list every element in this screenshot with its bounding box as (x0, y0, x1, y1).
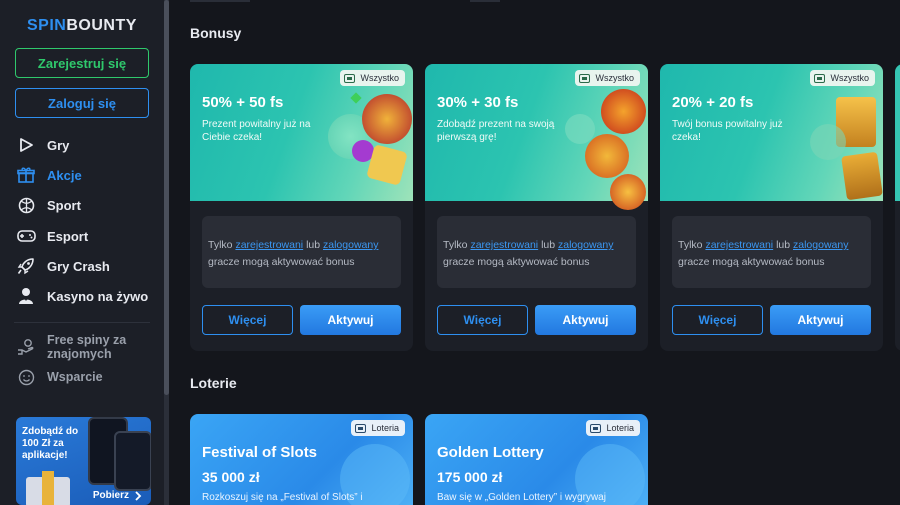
bonus-title: 50% + 50 fs (202, 94, 284, 111)
bonus-description: Twój bonus powitalny już czeka! (672, 119, 783, 143)
category-icon (579, 73, 591, 83)
sidebar-divider (14, 322, 150, 323)
more-button[interactable]: Więcej (672, 305, 763, 335)
bonus-card-partial[interactable] (895, 64, 900, 351)
bonus-card: Wszystko 50% + 50 fs Prezent powitalny j… (190, 64, 413, 351)
lottery-badge: Loteria (351, 420, 405, 436)
more-button[interactable]: Więcej (202, 305, 293, 335)
login-button[interactable]: Zaloguj się (15, 88, 149, 118)
sidebar-item-label: Gry (47, 137, 70, 153)
bonus-info-text: Tylko zarejestrowani lub zalogowany grac… (443, 239, 614, 268)
brand-logo[interactable]: SPINBOUNTY (27, 17, 137, 35)
sidebar-item-free-spins[interactable]: Free spiny za znajomych (16, 333, 137, 361)
register-button[interactable]: Zarejestruj się (15, 48, 149, 78)
bonus-category-badge: Wszystko (810, 70, 875, 86)
lottery-title: Festival of Slots (202, 444, 318, 461)
sidebar-item-label: Gry Crash (47, 258, 110, 274)
register-link[interactable]: zarejestrowani (705, 239, 773, 251)
bonus-description: Prezent powitalny już na Ciebie czeka! (202, 119, 311, 143)
lottery-prize: 175 000 zł (437, 469, 503, 485)
sidebar-item-label: Sport (47, 197, 81, 213)
sidebar-item-promotions[interactable]: Akcje (16, 163, 82, 187)
sidebar-item-label: Wsparcie (47, 370, 103, 384)
activate-button[interactable]: Aktywuj (300, 305, 401, 335)
category-icon (344, 73, 356, 83)
sidebar: SPINBOUNTY Zarejestruj się Zaloguj się G… (0, 0, 164, 505)
app-promo-text: Zdobądź do 100 Zł za aplikacje! (22, 426, 79, 461)
hand-coin-icon (16, 337, 36, 357)
top-divider (190, 0, 250, 2)
login-link[interactable]: zalogowany (558, 239, 613, 251)
play-icon (16, 135, 36, 155)
bonus-banner: Wszystko 30% + 30 fs Zdobądź prezent na … (425, 64, 648, 210)
register-link[interactable]: zarejestrowani (470, 239, 538, 251)
section-title-lotteries: Loterie (190, 375, 237, 391)
sidebar-scrollbar-thumb[interactable] (164, 0, 169, 395)
bonus-info-text: Tylko zarejestrowani lub zalogowany grac… (208, 239, 379, 268)
sidebar-item-label: Free spiny za znajomych (47, 333, 127, 361)
lottery-prize: 35 000 zł (202, 469, 260, 485)
login-link[interactable]: zalogowany (323, 239, 378, 251)
lottery-card[interactable]: Loteria Golden Lottery 175 000 zł Baw si… (425, 414, 648, 505)
register-link[interactable]: zarejestrowani (235, 239, 303, 251)
sidebar-item-label: Kasyno na żywo (47, 288, 149, 304)
lottery-description: Baw się w „Golden Lottery” i wygrywaj (437, 492, 606, 503)
chevron-right-icon (135, 490, 142, 501)
lottery-card[interactable]: Loteria Festival of Slots 35 000 zł Rozk… (190, 414, 413, 505)
section-title-bonuses: Bonusy (190, 25, 242, 41)
bonus-info-box: Tylko zarejestrowani lub zalogowany grac… (672, 216, 871, 288)
sidebar-item-games[interactable]: Gry (16, 133, 69, 157)
bonus-description: Zdobądź prezent na swoją pierwszą grę! (437, 119, 555, 143)
smile-icon (16, 367, 36, 387)
lottery-badge: Loteria (586, 420, 640, 436)
more-button[interactable]: Więcej (437, 305, 528, 335)
bonus-title: 30% + 30 fs (437, 94, 519, 111)
activate-button[interactable]: Aktywuj (770, 305, 871, 335)
sidebar-item-support[interactable]: Wsparcie (16, 367, 103, 387)
bonus-title: 20% + 20 fs (672, 94, 754, 111)
category-icon (355, 423, 367, 433)
top-divider (470, 0, 500, 2)
bonus-info-box: Tylko zarejestrowani lub zalogowany grac… (202, 216, 401, 288)
sidebar-item-sport[interactable]: Sport (16, 193, 81, 217)
ball-icon (16, 195, 36, 215)
download-button[interactable]: Pobierz (93, 490, 143, 501)
lottery-title: Golden Lottery (437, 444, 544, 461)
rocket-icon (16, 256, 36, 276)
activate-button[interactable]: Aktywuj (535, 305, 636, 335)
login-link[interactable]: zalogowany (793, 239, 848, 251)
bonus-banner: Wszystko 20% + 20 fs Twój bonus powitaln… (660, 64, 883, 201)
bonus-category-badge: Wszystko (575, 70, 640, 86)
phone-image (114, 431, 151, 491)
sidebar-item-live-casino[interactable]: Kasyno na żywo (16, 284, 148, 308)
bonus-info-box: Tylko zarejestrowani lub zalogowany grac… (437, 216, 636, 288)
category-icon (590, 423, 602, 433)
bonus-info-text: Tylko zarejestrowani lub zalogowany grac… (678, 239, 849, 268)
sidebar-item-esport[interactable]: Esport (16, 224, 88, 248)
sidebar-item-label: Akcje (47, 167, 82, 183)
category-icon (814, 73, 826, 83)
sidebar-item-crash-games[interactable]: Gry Crash (16, 254, 110, 278)
app-download-banner[interactable]: Zdobądź do 100 Zł za aplikacje! Pobierz (16, 417, 151, 505)
bonus-category-badge: Wszystko (340, 70, 405, 86)
gamepad-icon (16, 226, 36, 246)
dealer-icon (16, 286, 36, 306)
gift-icon (16, 165, 36, 185)
sidebar-item-label: Esport (47, 228, 89, 244)
bonus-card: Wszystko 20% + 20 fs Twój bonus powitaln… (660, 64, 883, 351)
bonus-card: Wszystko 30% + 30 fs Zdobądź prezent na … (425, 64, 648, 351)
gift-ribbon (42, 471, 54, 505)
lottery-description: Rozkoszuj się na „Festival of Slots” i (202, 492, 363, 503)
bonus-banner: Wszystko 50% + 50 fs Prezent powitalny j… (190, 64, 413, 201)
